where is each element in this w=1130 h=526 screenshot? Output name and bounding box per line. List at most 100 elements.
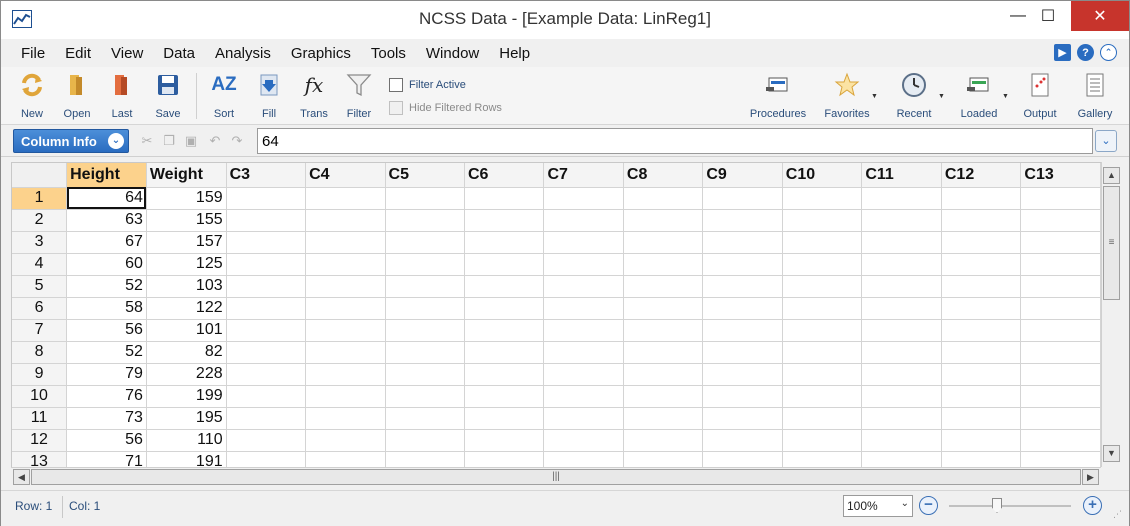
- empty-cell[interactable]: [305, 253, 386, 276]
- height-cell[interactable]: 52: [66, 275, 147, 298]
- empty-cell[interactable]: [464, 209, 545, 232]
- menu-window[interactable]: Window: [416, 45, 489, 62]
- new-button[interactable]: New: [9, 70, 55, 124]
- scroll-right-arrow-icon[interactable]: ▶: [1082, 469, 1099, 485]
- empty-cell[interactable]: [941, 341, 1022, 364]
- empty-cell[interactable]: [702, 429, 783, 452]
- expand-chevron-icon[interactable]: ⌄: [1095, 130, 1117, 152]
- scroll-up-arrow-icon[interactable]: ▲: [1103, 167, 1120, 184]
- empty-cell[interactable]: [305, 209, 386, 232]
- filter-button[interactable]: Filter: [336, 70, 382, 124]
- filter-active-checkbox[interactable]: [389, 78, 403, 92]
- empty-cell[interactable]: [1020, 187, 1101, 210]
- empty-cell[interactable]: [385, 319, 465, 342]
- height-cell[interactable]: 52: [66, 341, 147, 364]
- empty-cell[interactable]: [941, 385, 1022, 408]
- weight-cell[interactable]: 103: [146, 275, 227, 298]
- empty-cell[interactable]: [464, 297, 545, 320]
- empty-cell[interactable]: [941, 363, 1022, 386]
- empty-cell[interactable]: [385, 451, 465, 467]
- empty-cell[interactable]: [464, 231, 545, 254]
- empty-cell[interactable]: [543, 451, 624, 467]
- cell-value-input[interactable]: [257, 128, 1093, 154]
- empty-cell[interactable]: [226, 451, 307, 467]
- empty-cell[interactable]: [623, 297, 704, 320]
- empty-cell[interactable]: [1020, 341, 1101, 364]
- empty-cell[interactable]: [1020, 231, 1101, 254]
- empty-cell[interactable]: [623, 275, 704, 298]
- row-number[interactable]: 1: [12, 187, 68, 210]
- favorites-dropdown-icon[interactable]: ▼: [871, 93, 878, 100]
- empty-cell[interactable]: [782, 209, 863, 232]
- height-cell[interactable]: 67: [66, 231, 147, 254]
- weight-cell[interactable]: 157: [146, 231, 227, 254]
- row-number[interactable]: 2: [12, 209, 68, 232]
- empty-cell[interactable]: [1020, 363, 1101, 386]
- empty-cell[interactable]: [782, 319, 863, 342]
- empty-cell[interactable]: [464, 363, 545, 386]
- height-cell[interactable]: 58: [66, 297, 147, 320]
- play-icon[interactable]: ▶: [1054, 44, 1071, 61]
- column-header[interactable]: C13: [1020, 163, 1101, 188]
- zoom-out-icon[interactable]: −: [919, 496, 938, 515]
- empty-cell[interactable]: [861, 451, 942, 467]
- empty-cell[interactable]: [861, 253, 942, 276]
- help-icon[interactable]: ?: [1077, 44, 1094, 61]
- empty-cell[interactable]: [464, 341, 545, 364]
- empty-cell[interactable]: [543, 363, 624, 386]
- weight-cell[interactable]: 195: [146, 407, 227, 430]
- row-number[interactable]: 4: [12, 253, 68, 276]
- empty-cell[interactable]: [782, 231, 863, 254]
- zoom-in-icon[interactable]: +: [1083, 496, 1102, 515]
- row-number[interactable]: 11: [12, 407, 68, 430]
- trans-button[interactable]: fx Trans: [291, 70, 337, 124]
- empty-cell[interactable]: [702, 319, 783, 342]
- row-number[interactable]: 10: [12, 385, 68, 408]
- empty-cell[interactable]: [1020, 297, 1101, 320]
- empty-cell[interactable]: [702, 385, 783, 408]
- empty-cell[interactable]: [941, 231, 1022, 254]
- menu-tools[interactable]: Tools: [361, 45, 416, 62]
- empty-cell[interactable]: [385, 341, 465, 364]
- column-header[interactable]: C4: [305, 163, 386, 188]
- empty-cell[interactable]: [385, 385, 465, 408]
- empty-cell[interactable]: [623, 231, 704, 254]
- empty-cell[interactable]: [623, 451, 704, 467]
- empty-cell[interactable]: [702, 341, 783, 364]
- empty-cell[interactable]: [543, 341, 624, 364]
- column-header[interactable]: C9: [702, 163, 783, 188]
- empty-cell[interactable]: [464, 407, 545, 430]
- empty-cell[interactable]: [543, 385, 624, 408]
- height-cell[interactable]: 56: [66, 319, 147, 342]
- gallery-button[interactable]: Gallery: [1073, 70, 1117, 124]
- empty-cell[interactable]: [543, 407, 624, 430]
- sort-button[interactable]: AZ Sort: [201, 70, 247, 124]
- empty-cell[interactable]: [623, 385, 704, 408]
- column-header[interactable]: C11: [861, 163, 942, 188]
- favorites-button[interactable]: Favorites: [819, 70, 875, 124]
- weight-cell[interactable]: 125: [146, 253, 227, 276]
- column-header[interactable]: C10: [782, 163, 863, 188]
- column-header[interactable]: C7: [543, 163, 624, 188]
- weight-cell[interactable]: 82: [146, 341, 227, 364]
- vertical-scrollbar[interactable]: ▲ ≡ ▼: [1101, 162, 1120, 467]
- procedures-button[interactable]: Procedures: [747, 70, 809, 124]
- empty-cell[interactable]: [782, 297, 863, 320]
- height-cell[interactable]: 79: [66, 363, 147, 386]
- empty-cell[interactable]: [226, 275, 307, 298]
- empty-cell[interactable]: [385, 275, 465, 298]
- empty-cell[interactable]: [385, 187, 465, 210]
- empty-cell[interactable]: [305, 341, 386, 364]
- scroll-down-arrow-icon[interactable]: ▼: [1103, 445, 1120, 462]
- height-cell[interactable]: 64: [66, 187, 147, 210]
- empty-cell[interactable]: [385, 363, 465, 386]
- row-number[interactable]: 13: [12, 451, 68, 467]
- collapse-ribbon-icon[interactable]: ⌃: [1100, 44, 1117, 61]
- menu-analysis[interactable]: Analysis: [205, 45, 281, 62]
- row-number[interactable]: 5: [12, 275, 68, 298]
- empty-cell[interactable]: [1020, 209, 1101, 232]
- empty-cell[interactable]: [305, 385, 386, 408]
- empty-cell[interactable]: [226, 187, 307, 210]
- recent-button[interactable]: Recent: [890, 70, 938, 124]
- weight-cell[interactable]: 122: [146, 297, 227, 320]
